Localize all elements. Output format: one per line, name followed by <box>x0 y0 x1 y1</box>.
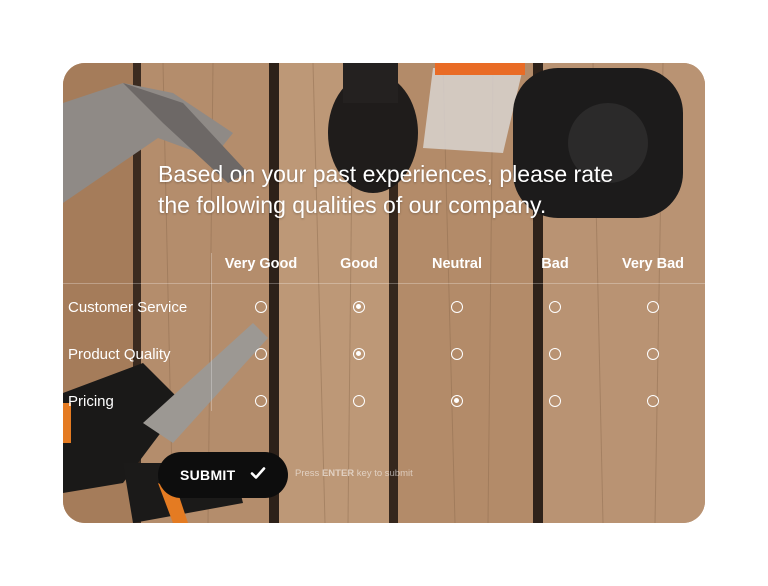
column-header-very-bad: Very Bad <box>621 256 685 272</box>
radio-pricing-good[interactable] <box>353 395 365 407</box>
radio-product-quality-very-good[interactable] <box>255 348 267 360</box>
header-divider <box>63 283 705 284</box>
column-header-very-good: Very Good <box>224 256 298 272</box>
submit-hint-key: ENTER <box>321 468 355 479</box>
label-column-divider <box>211 253 212 411</box>
checkmark-icon <box>250 467 266 479</box>
submit-hint-prefix: Press <box>295 468 320 479</box>
submit-button-label: SUBMIT <box>180 467 236 483</box>
row-label-customer-service: Customer Service <box>68 299 188 316</box>
column-header-neutral: Neutral <box>432 256 482 272</box>
radio-product-quality-bad[interactable] <box>549 348 561 360</box>
submit-button[interactable]: SUBMIT <box>158 452 288 498</box>
radio-customer-service-good[interactable] <box>353 301 365 313</box>
radio-pricing-neutral[interactable] <box>451 395 463 407</box>
radio-pricing-very-bad[interactable] <box>647 395 659 407</box>
radio-product-quality-neutral[interactable] <box>451 348 463 360</box>
radio-pricing-very-good[interactable] <box>255 395 267 407</box>
row-label-product-quality: Product Quality <box>68 346 171 363</box>
radio-customer-service-very-bad[interactable] <box>647 301 659 313</box>
survey-question: Based on your past experiences, please r… <box>158 161 614 218</box>
column-header-good: Good <box>340 256 378 272</box>
radio-pricing-bad[interactable] <box>549 395 561 407</box>
survey-card: Based on your past experiences, please r… <box>63 63 705 523</box>
submit-hint: Press ENTER key to submit <box>295 468 413 479</box>
submit-hint-suffix: key to submit <box>356 468 413 479</box>
radio-product-quality-good[interactable] <box>353 348 365 360</box>
radio-customer-service-neutral[interactable] <box>451 301 463 313</box>
column-header-bad: Bad <box>541 256 569 272</box>
row-label-pricing: Pricing <box>68 393 114 410</box>
radio-customer-service-bad[interactable] <box>549 301 561 313</box>
radio-product-quality-very-bad[interactable] <box>647 348 659 360</box>
radio-customer-service-very-good[interactable] <box>255 301 267 313</box>
tools-background-image <box>63 63 705 523</box>
